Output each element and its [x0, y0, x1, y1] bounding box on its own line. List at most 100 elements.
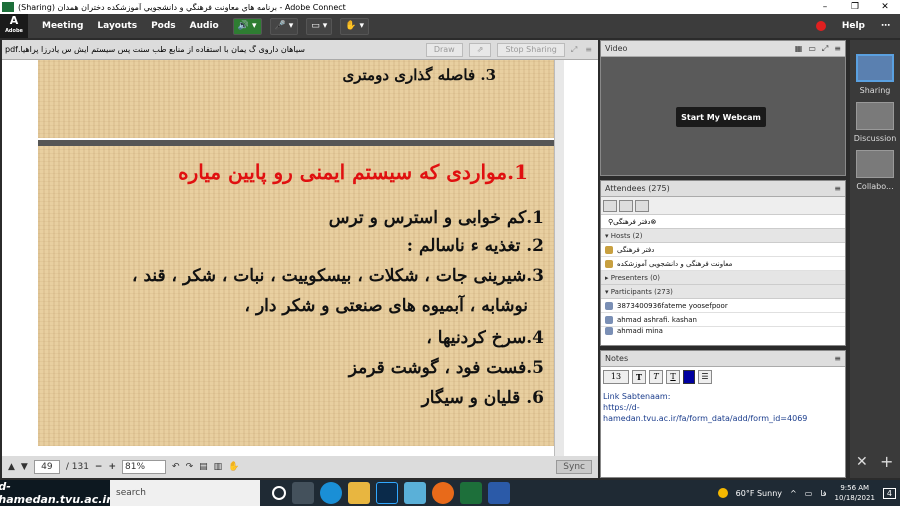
font-size-select[interactable]: 13 — [603, 370, 629, 384]
word-icon[interactable] — [488, 482, 510, 504]
chevron-down-icon: ▾ — [359, 21, 365, 31]
slide-heading: 1.مواردی که سیستم ایمنی رو پایین میاره — [178, 160, 528, 184]
notes-pod: Notes ≡ 13 T T T ☰ Link Sabtenaam: https… — [600, 350, 846, 478]
weather-text[interactable]: 60°F Sunny — [736, 489, 782, 498]
text-color-icon[interactable] — [683, 370, 695, 384]
raise-hand-button[interactable]: ✋ ▾ — [340, 17, 370, 35]
grid-icon[interactable]: ▦ — [795, 44, 803, 53]
clear-search-icon[interactable]: ⊗ — [651, 218, 657, 226]
layout-sharing-thumb[interactable] — [856, 54, 894, 82]
file-explorer-icon[interactable] — [348, 482, 370, 504]
minimize-icon[interactable]: – — [810, 2, 840, 12]
menu-meeting[interactable]: Meeting — [42, 21, 83, 31]
tray-chevron-icon[interactable]: ^ — [790, 489, 797, 498]
start-webcam-button[interactable]: Start My Webcam — [676, 107, 766, 127]
italic-icon[interactable]: T — [649, 370, 663, 384]
attendees-pod: Attendees (275) ≡ ⊗ دفتر فرهنگی ⚲ ▾ Host… — [600, 180, 846, 346]
fit-width-icon[interactable]: ▥ — [214, 462, 223, 472]
hand-tool-icon[interactable]: ✋ — [228, 462, 239, 472]
pod-menu-icon[interactable]: ≡ — [585, 45, 592, 54]
list-view-icon[interactable] — [603, 199, 617, 212]
firefox-icon[interactable] — [432, 482, 454, 504]
adobe-connect-taskbar-icon[interactable] — [460, 482, 482, 504]
redo-icon[interactable]: ↷ — [186, 462, 194, 472]
pod-menu-icon[interactable]: ≡ — [834, 44, 841, 53]
sun-icon — [717, 488, 728, 498]
zoom-in-icon[interactable]: + — [108, 462, 116, 472]
layout-sharing-label[interactable]: Sharing — [850, 86, 900, 95]
attendee-search[interactable]: ⊗ دفتر فرهنگی ⚲ — [601, 215, 845, 229]
notes-text[interactable]: Link Sabtenaam: https://d-hamedan.tvu.ac… — [601, 387, 845, 428]
breakout-icon[interactable] — [619, 199, 633, 212]
close-icon[interactable]: ✕ — [870, 2, 900, 12]
adobe-logo: A Adobe — [0, 14, 28, 38]
taskbar-search[interactable]: search — [110, 480, 260, 506]
webcam-button[interactable]: ▭ ▾ — [306, 17, 333, 35]
watermark-brand: d-hamedan.tvu.ac.ir — [0, 480, 112, 506]
network-icon[interactable]: ▭ — [805, 489, 813, 498]
undo-icon[interactable]: ↶ — [172, 462, 180, 472]
edge-icon[interactable] — [320, 482, 342, 504]
cortana-icon[interactable] — [272, 486, 286, 500]
maximize-icon[interactable]: ❐ — [840, 2, 870, 12]
share-pod-footer: ▲ ▼ 49 / 131 − + 81% ↶ ↷ ▤ ▥ ✋ Sync — [2, 456, 598, 478]
hosts-group[interactable]: ▾ Hosts (2) — [601, 229, 845, 243]
pod-menu-icon[interactable]: ≡ — [834, 354, 841, 363]
list-item[interactable]: دفتر فرهنگی — [601, 243, 845, 257]
attendee-search-input[interactable]: دفتر فرهنگی — [613, 218, 650, 226]
collapse-layouts-icon[interactable]: ✕ — [856, 454, 868, 470]
layout-collaboration-label[interactable]: Collabo... — [850, 182, 900, 191]
presenters-group[interactable]: ▸ Presenters (0) — [601, 271, 845, 285]
bold-icon[interactable]: T — [632, 370, 646, 384]
pointer-button[interactable]: ⇗ — [468, 42, 492, 57]
zoom-out-icon[interactable]: − — [95, 462, 103, 472]
bullet-list-icon[interactable]: ☰ — [698, 370, 712, 384]
help-menu[interactable]: Help — [842, 21, 865, 31]
fullscreen-icon[interactable]: ⤢ — [571, 45, 577, 55]
layout-discussion-thumb[interactable] — [856, 102, 894, 130]
microphone-button[interactable]: 🎤 ▾ — [269, 17, 299, 35]
add-layout-icon[interactable]: + — [880, 452, 893, 471]
search-icon: ⚲ — [608, 217, 614, 226]
menu-audio[interactable]: Audio — [190, 21, 219, 31]
notes-link[interactable]: https://d-hamedan.tvu.ac.ir/fa/form_data… — [603, 402, 843, 424]
zoom-select[interactable]: 81% — [122, 460, 167, 474]
language-indicator[interactable]: فا — [820, 489, 826, 498]
photoshop-icon[interactable] — [376, 482, 398, 504]
task-view-icon[interactable] — [292, 482, 314, 504]
layout-discussion-label[interactable]: Discussion — [850, 134, 900, 143]
window-title: (Sharing) برنامه هاي معاونت فرهنگي و دان… — [18, 2, 346, 12]
notification-icon[interactable]: 4 — [882, 487, 896, 499]
page-number-input[interactable]: 49 — [33, 460, 60, 474]
underline-icon[interactable]: T — [666, 370, 680, 384]
list-item[interactable]: معاونت فرهنگی و دانشجویی آموزشکده — [601, 257, 845, 271]
list-item[interactable]: ahmadi mina — [601, 327, 845, 335]
fit-page-icon[interactable]: ▤ — [199, 462, 208, 472]
slide-line-5: 4.سرخ کردنیها ، — [426, 328, 544, 348]
list-item[interactable]: 3873400936fateme yoosefpoor — [601, 299, 845, 313]
sync-button[interactable]: Sync — [556, 460, 592, 474]
slide-line-3: 3.شیرینی جات ، شکلات ، بیسکوییت ، نبات ،… — [132, 266, 544, 286]
stop-sharing-button[interactable]: Stop Sharing — [497, 42, 565, 57]
slide-scrollbar[interactable] — [554, 60, 564, 456]
page-total: / 131 — [65, 462, 89, 472]
clock[interactable]: 9:56 AM 10/18/2021 — [835, 483, 875, 503]
more-options-icon[interactable]: ⋯ — [881, 21, 890, 31]
previous-page-icon[interactable]: ▲ — [8, 462, 15, 472]
draw-button[interactable]: Draw — [425, 42, 463, 57]
speaker-button[interactable]: 🔊 ▾ — [232, 17, 262, 35]
menu-layouts[interactable]: Layouts — [97, 21, 137, 31]
layout-collaboration-thumb[interactable] — [856, 150, 894, 178]
menu-pods[interactable]: Pods — [151, 21, 176, 31]
recording-icon[interactable] — [815, 21, 826, 31]
filmstrip-icon[interactable]: ▭ — [808, 44, 816, 53]
next-page-icon[interactable]: ▼ — [21, 462, 28, 472]
slide-viewer[interactable]: 3. فاصله گذاری دومتری 1.مواردی که سیستم … — [2, 60, 598, 456]
status-view-icon[interactable] — [635, 199, 649, 212]
app-icon[interactable] — [404, 482, 426, 504]
fullscreen-icon[interactable]: ⤢ — [822, 44, 828, 54]
list-item[interactable]: ahmad ashrafi. kashan — [601, 313, 845, 327]
participants-group[interactable]: ▾ Participants (273) — [601, 285, 845, 299]
window-titlebar: (Sharing) برنامه هاي معاونت فرهنگي و دان… — [0, 0, 900, 14]
pod-menu-icon[interactable]: ≡ — [834, 184, 841, 193]
